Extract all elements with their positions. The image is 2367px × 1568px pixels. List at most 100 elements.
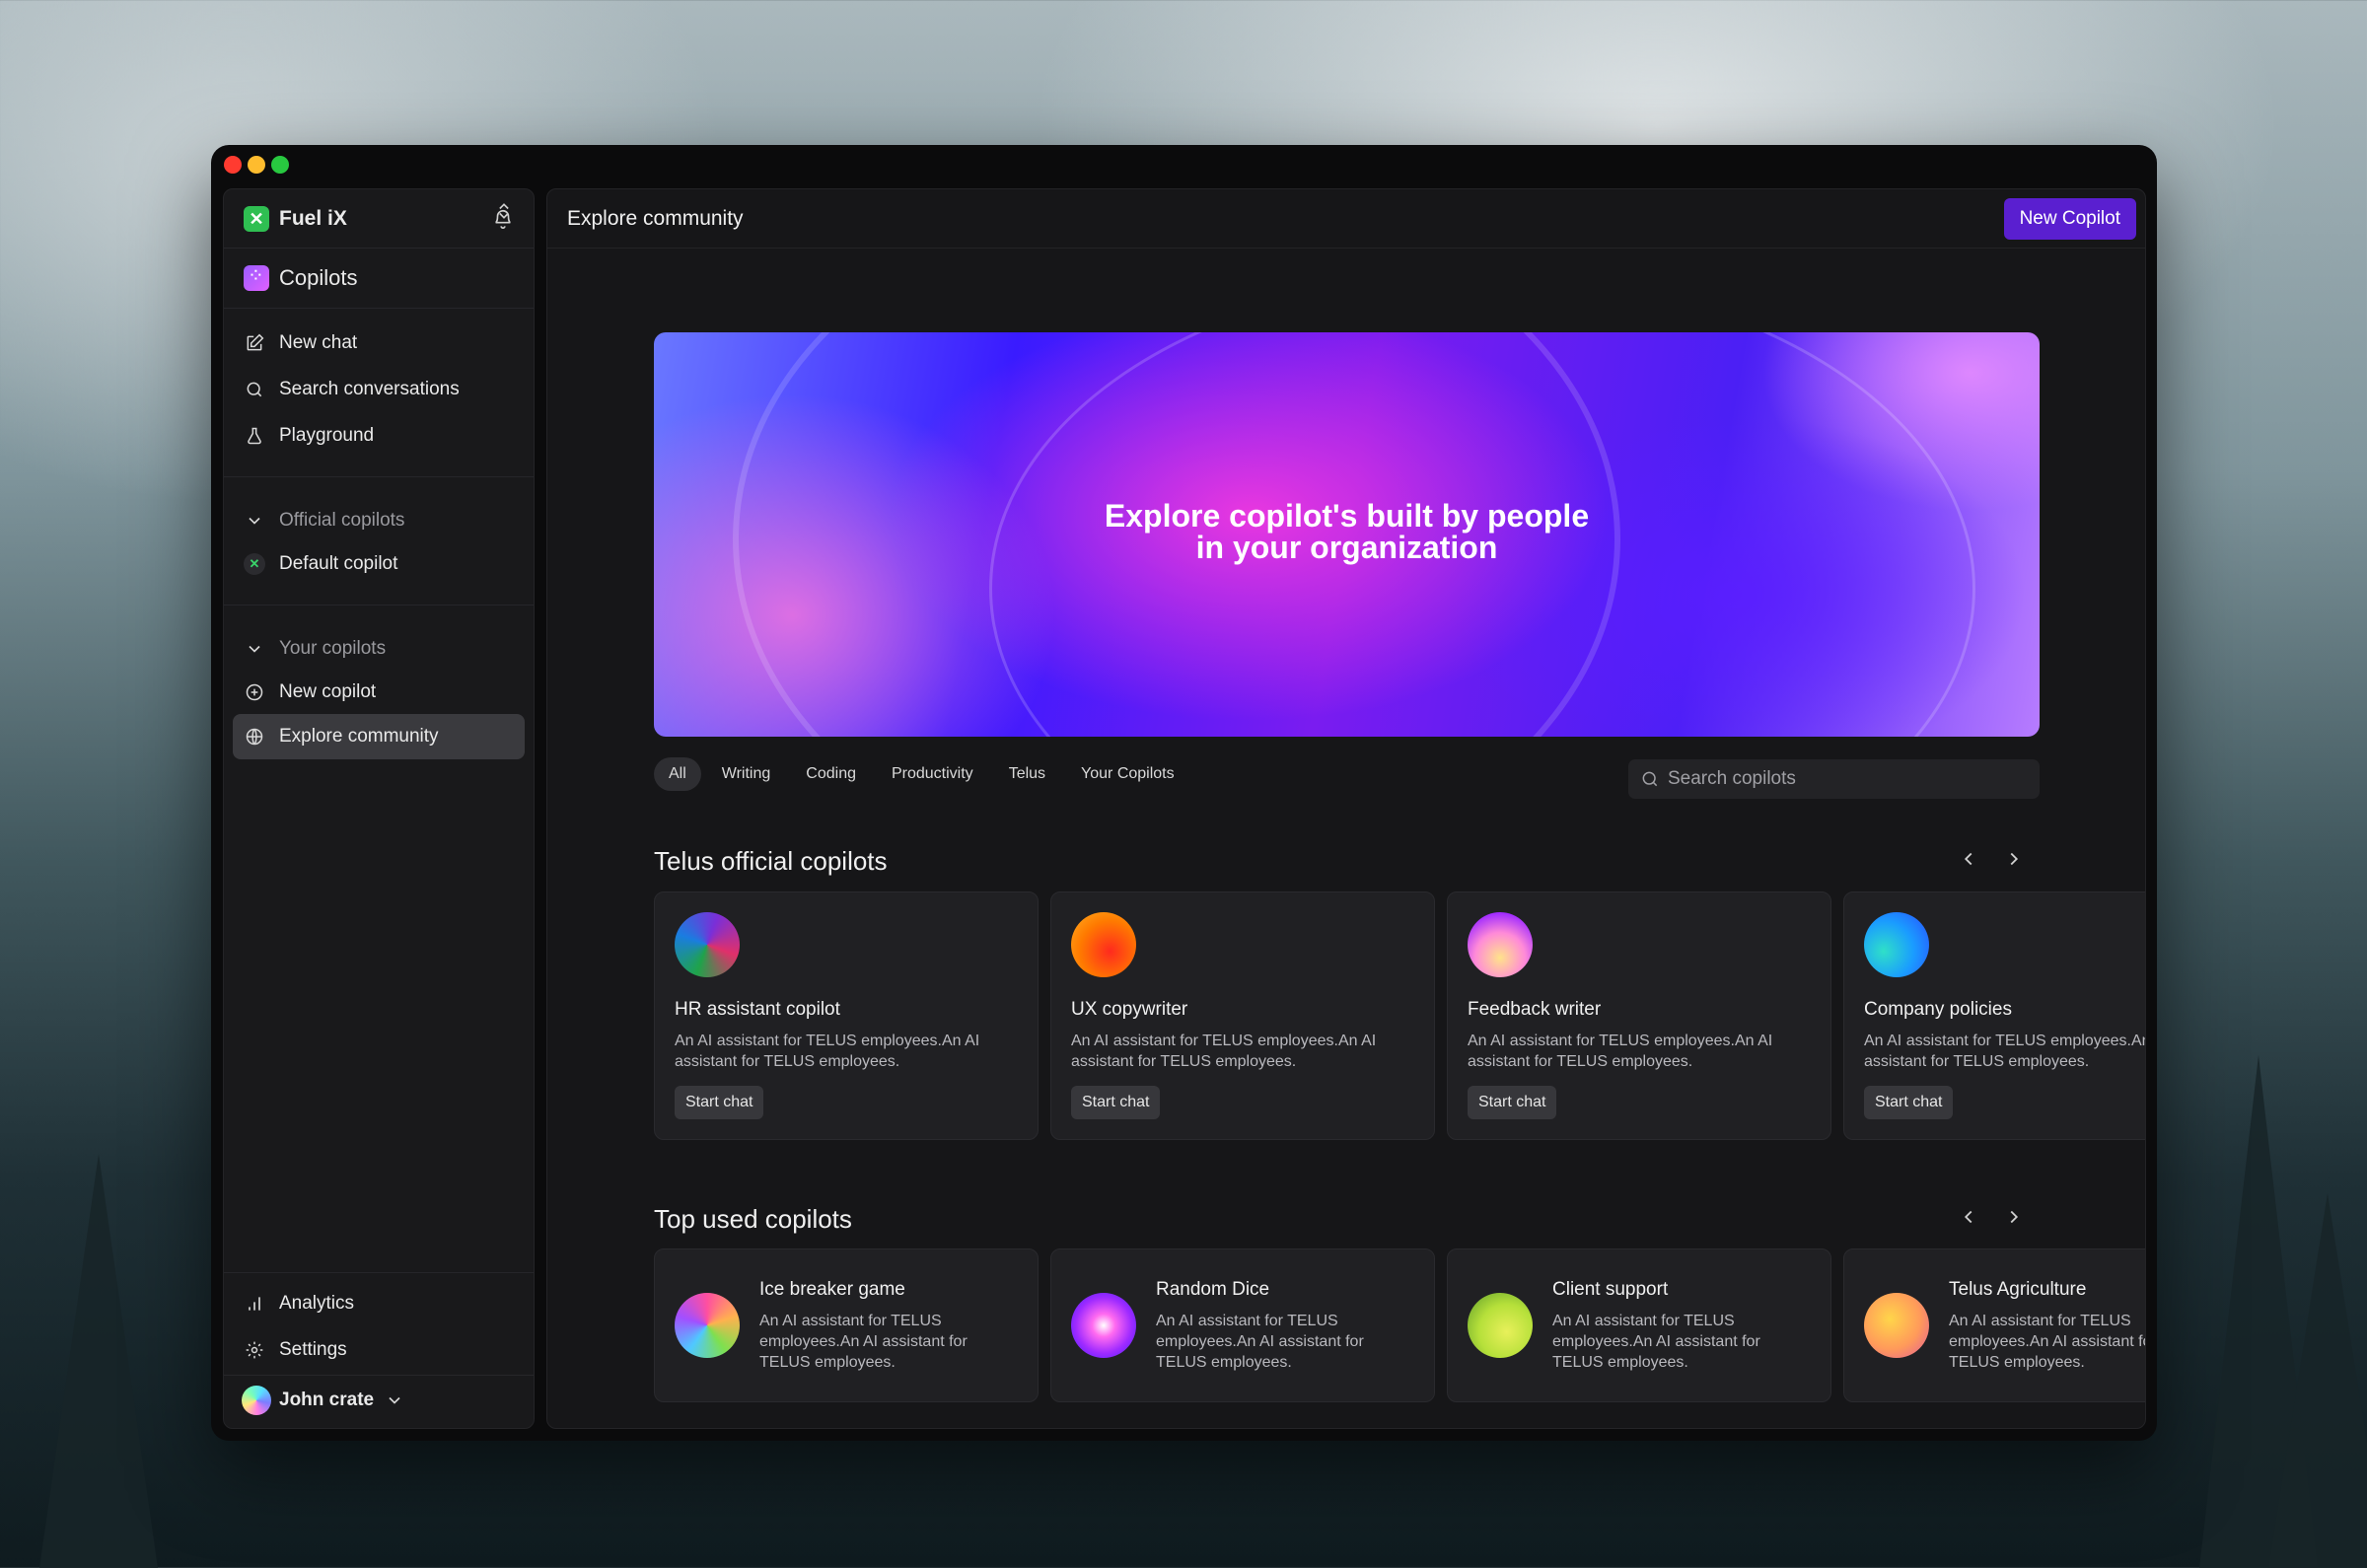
copilot-description: An AI assistant for TELUS employees.An A… xyxy=(1156,1313,1364,1371)
close-window-button[interactable] xyxy=(224,156,242,174)
copilot-card[interactable]: Client support An AI assistant for TELUS… xyxy=(1447,1248,1831,1402)
copilot-name: Client support xyxy=(1552,1279,1669,1300)
workspace-switcher[interactable]: Copilots xyxy=(224,256,534,300)
chevron-left-icon[interactable] xyxy=(1958,1206,1979,1228)
divider xyxy=(224,1272,534,1273)
sidebar-item-label: Analytics xyxy=(279,1293,355,1314)
copilot-card[interactable]: Company policies An AI assistant for TEL… xyxy=(1843,891,2146,1140)
sidebar-item-label: Settings xyxy=(279,1339,347,1360)
sidebar-item-settings[interactable]: Settings xyxy=(224,1328,534,1372)
sidebar-item-explore-community[interactable]: Explore community xyxy=(233,714,525,759)
copilot-description: An AI assistant for TELUS employees.An A… xyxy=(759,1313,968,1371)
tab-telus[interactable]: Telus xyxy=(994,757,1060,791)
copilot-description: An AI assistant for TELUS employees.An A… xyxy=(1071,1033,1377,1070)
sidebar: ✕ Fuel iX Copilots New chat Search conve… xyxy=(223,188,535,1429)
main-panel: Explore community New Copilot Explore co… xyxy=(546,188,2146,1429)
sidebar-item-label: Default copilot xyxy=(279,553,398,574)
hero-banner: Explore copilot's built by people in you… xyxy=(654,332,2040,737)
start-chat-button[interactable]: Start chat xyxy=(1071,1086,1161,1119)
sidebar-item-label: Explore community xyxy=(279,726,439,747)
start-chat-button[interactable]: Start chat xyxy=(1468,1086,1557,1119)
divider xyxy=(224,476,534,477)
sidebar-item-new-chat[interactable]: New chat xyxy=(224,321,534,365)
brand-name: Fuel iX xyxy=(279,207,347,230)
copilot-card[interactable]: Telus Agriculture An AI assistant for TE… xyxy=(1843,1248,2146,1402)
section-title-official: Telus official copilots xyxy=(654,846,888,876)
copilot-card[interactable]: UX copywriter An AI assistant for TELUS … xyxy=(1050,891,1435,1140)
sidebar-item-label: Search conversations xyxy=(279,379,460,399)
copilot-avatar xyxy=(1071,912,1136,977)
chevron-up-down-icon[interactable] xyxy=(494,201,514,221)
plus-circle-icon xyxy=(244,681,265,703)
copilot-avatar xyxy=(1864,912,1929,977)
chevron-right-icon[interactable] xyxy=(2003,1206,2025,1228)
title-bar xyxy=(211,145,2157,184)
divider xyxy=(224,248,534,249)
flask-icon xyxy=(244,425,265,447)
chevron-down-icon xyxy=(244,510,265,532)
divider xyxy=(224,308,534,309)
copilot-description: An AI assistant for TELUS employees.An A… xyxy=(1949,1313,2146,1371)
globe-icon xyxy=(244,726,265,748)
carousel-arrows xyxy=(1958,848,2025,870)
copilot-name: Feedback writer xyxy=(1468,999,1602,1020)
tab-productivity[interactable]: Productivity xyxy=(877,757,988,791)
sidebar-item-analytics[interactable]: Analytics xyxy=(224,1282,534,1325)
search-icon xyxy=(244,379,265,400)
tab-all[interactable]: All xyxy=(654,757,701,791)
avatar xyxy=(242,1386,271,1415)
page-title: Explore community xyxy=(567,207,744,230)
bar-chart-icon xyxy=(244,1293,265,1315)
search-placeholder: Search copilots xyxy=(1668,768,1796,789)
minimize-window-button[interactable] xyxy=(248,156,265,174)
copilot-description: An AI assistant for TELUS employees.An A… xyxy=(1864,1033,2146,1070)
copilot-card[interactable]: Random Dice An AI assistant for TELUS em… xyxy=(1050,1248,1435,1402)
copilot-name: UX copywriter xyxy=(1071,999,1188,1020)
tab-your-copilots[interactable]: Your Copilots xyxy=(1066,757,1189,791)
sidebar-item-default-copilot[interactable]: ✕ Default copilot xyxy=(224,542,534,586)
section-title-top-used: Top used copilots xyxy=(654,1204,852,1234)
chevron-down-icon xyxy=(384,1390,405,1411)
copilot-description: An AI assistant for TELUS employees.An A… xyxy=(675,1033,980,1070)
copilot-name: Company policies xyxy=(1864,999,2012,1020)
edit-icon xyxy=(244,332,265,354)
sidebar-item-search-conversations[interactable]: Search conversations xyxy=(224,368,534,411)
hero-line-1: Explore copilot's built by people xyxy=(1104,498,1590,534)
copilot-avatar xyxy=(1864,1293,1929,1358)
section-label: Your copilots xyxy=(279,638,387,659)
copilot-avatar xyxy=(1071,1293,1136,1358)
copilot-name: HR assistant copilot xyxy=(675,999,840,1020)
copilot-name: Telus Agriculture xyxy=(1949,1279,2087,1300)
copilot-card[interactable]: Ice breaker game An AI assistant for TEL… xyxy=(654,1248,1039,1402)
section-toggle-official-copilots[interactable]: Official copilots xyxy=(224,499,534,542)
tab-writing[interactable]: Writing xyxy=(707,757,786,791)
maximize-window-button[interactable] xyxy=(271,156,289,174)
copilots-logo-icon xyxy=(244,263,269,291)
user-menu[interactable]: John crate xyxy=(224,1379,534,1422)
search-input[interactable]: Search copilots xyxy=(1628,759,2040,799)
start-chat-button[interactable]: Start chat xyxy=(1864,1086,1954,1119)
copilot-avatar xyxy=(675,912,740,977)
sidebar-item-new-copilot[interactable]: New copilot xyxy=(224,671,534,714)
divider xyxy=(224,605,534,606)
copilot-card[interactable]: HR assistant copilot An AI assistant for… xyxy=(654,891,1039,1140)
copilot-name: Random Dice xyxy=(1156,1279,1270,1300)
sidebar-item-playground[interactable]: Playground xyxy=(224,414,534,458)
new-copilot-button[interactable]: New Copilot xyxy=(2003,198,2136,240)
divider xyxy=(224,1375,534,1376)
chevron-left-icon[interactable] xyxy=(1958,848,1979,870)
copilot-logo-icon: ✕ xyxy=(244,553,265,575)
tab-coding[interactable]: Coding xyxy=(791,757,871,791)
copilot-avatar xyxy=(675,1293,740,1358)
copilot-card[interactable]: Feedback writer An AI assistant for TELU… xyxy=(1447,891,1831,1140)
copilot-avatar xyxy=(1468,1293,1533,1358)
brand[interactable]: ✕ Fuel iX xyxy=(224,199,534,239)
chevron-right-icon[interactable] xyxy=(2003,848,2025,870)
section-toggle-your-copilots[interactable]: Your copilots xyxy=(224,627,534,671)
app-window: ✕ Fuel iX Copilots New chat Search conve… xyxy=(211,145,2157,1441)
background-tree xyxy=(2268,1193,2367,1568)
hero-text: Explore copilot's built by people in you… xyxy=(654,500,2040,563)
start-chat-button[interactable]: Start chat xyxy=(675,1086,764,1119)
chevron-down-icon xyxy=(244,638,265,660)
search-icon xyxy=(1642,771,1658,787)
